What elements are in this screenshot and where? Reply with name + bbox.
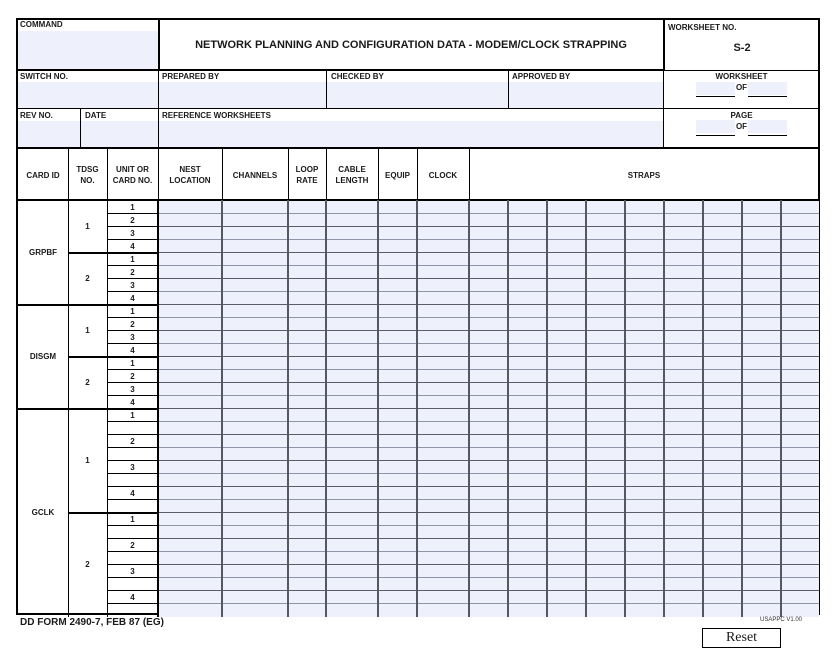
col-header-card-id: CARD ID bbox=[26, 170, 60, 180]
divider bbox=[222, 148, 223, 200]
divider bbox=[469, 148, 470, 200]
divider bbox=[107, 603, 159, 604]
grid-line bbox=[546, 200, 548, 617]
prepared-by-field[interactable] bbox=[159, 82, 326, 108]
worksheet-no-value[interactable]: S-2 bbox=[665, 42, 819, 54]
reference-worksheets-label: REFERENCE WORKSHEETS bbox=[162, 111, 271, 120]
divider bbox=[68, 200, 69, 617]
underline bbox=[696, 96, 735, 97]
divider bbox=[107, 447, 159, 448]
grid-line bbox=[585, 200, 587, 617]
col-header-channels: CHANNELS bbox=[232, 170, 278, 180]
approved-by-label: APPROVED BY bbox=[512, 72, 571, 81]
col-header-tdsg-no: TDSG NO. bbox=[68, 150, 107, 200]
grid-line bbox=[325, 200, 327, 617]
underline bbox=[696, 135, 735, 136]
col-header-unit-text: UNIT OR CARD NO. bbox=[112, 165, 153, 185]
grid-line bbox=[663, 200, 665, 617]
grid-line bbox=[624, 200, 626, 617]
col-header-unit-or-card-no: UNIT OR CARD NO. bbox=[107, 150, 158, 200]
reset-button[interactable]: Reset bbox=[702, 628, 781, 648]
divider bbox=[16, 69, 664, 71]
worksheet-no-label: WORKSHEET NO. bbox=[668, 23, 737, 32]
divider bbox=[664, 70, 820, 71]
tdsg-number: 2 bbox=[85, 560, 90, 569]
divider bbox=[107, 421, 159, 422]
page-total-field[interactable] bbox=[748, 120, 787, 133]
divider bbox=[16, 147, 820, 149]
form-title: NETWORK PLANNING AND CONFIGURATION DATA … bbox=[195, 39, 627, 51]
approved-by-field[interactable] bbox=[509, 82, 663, 108]
tdsg-number: 2 bbox=[85, 274, 90, 283]
col-header-nest-location: NEST LOCATION bbox=[158, 150, 222, 200]
col-header-nest-text: NEST LOCATION bbox=[169, 165, 211, 185]
divider bbox=[107, 200, 108, 617]
grid-line bbox=[702, 200, 704, 617]
divider bbox=[158, 148, 159, 200]
divider bbox=[288, 148, 289, 200]
page-label: PAGE bbox=[730, 111, 753, 120]
rev-no-field[interactable] bbox=[18, 121, 80, 147]
divider bbox=[107, 577, 159, 578]
form-id: DD FORM 2490-7, FEB 87 (EG) bbox=[20, 617, 164, 628]
prepared-by-label: PREPARED BY bbox=[162, 72, 220, 81]
page-of-label: OF bbox=[735, 122, 748, 131]
command-label: COMMAND bbox=[20, 20, 63, 29]
col-header-straps: STRAPS bbox=[627, 170, 661, 180]
divider bbox=[378, 148, 379, 200]
tdsg-number: 1 bbox=[85, 222, 90, 231]
grid-line bbox=[507, 200, 509, 617]
worksheet-of-label: OF bbox=[735, 83, 748, 92]
grid-line bbox=[221, 200, 223, 617]
switch-no-field[interactable] bbox=[18, 82, 158, 108]
checked-by-label: CHECKED BY bbox=[331, 72, 384, 81]
command-field[interactable] bbox=[18, 31, 158, 69]
checked-by-field[interactable] bbox=[327, 82, 508, 108]
table-row[interactable] bbox=[159, 604, 819, 617]
version-label: USAPPC V1.00 bbox=[760, 617, 803, 623]
card-id: GCLK bbox=[31, 508, 55, 517]
divider bbox=[417, 148, 418, 200]
divider bbox=[157, 200, 159, 617]
worksheet-label: WORKSHEET bbox=[715, 72, 768, 81]
col-header-cable-length: CABLE LENGTH bbox=[326, 150, 378, 200]
divider bbox=[107, 473, 159, 474]
grid-line bbox=[780, 200, 782, 617]
grid-line bbox=[377, 200, 379, 617]
reference-worksheets-field[interactable] bbox=[159, 121, 663, 147]
underline bbox=[748, 96, 787, 97]
col-header-cable-text: CABLE LENGTH bbox=[335, 165, 369, 185]
divider bbox=[107, 551, 159, 552]
divider bbox=[107, 525, 159, 526]
divider bbox=[68, 148, 69, 200]
col-header-loop-text: LOOP RATE bbox=[295, 165, 319, 185]
col-header-equip: EQUIP bbox=[385, 170, 410, 180]
divider bbox=[326, 148, 327, 200]
date-label: DATE bbox=[85, 111, 107, 120]
grid-line bbox=[741, 200, 743, 617]
card-id: GRPBF bbox=[29, 248, 57, 257]
divider bbox=[107, 499, 159, 500]
divider bbox=[107, 148, 108, 200]
col-header-tdsg-no-text: TDSG NO. bbox=[76, 165, 99, 185]
grid-line bbox=[416, 200, 418, 617]
tdsg-number: 1 bbox=[85, 456, 90, 465]
col-header-clock: CLOCK bbox=[428, 170, 458, 180]
card-id: DISGM bbox=[29, 352, 57, 361]
col-header-loop-rate: LOOP RATE bbox=[288, 150, 326, 200]
date-field[interactable] bbox=[81, 121, 158, 147]
divider bbox=[16, 108, 820, 109]
grid-line bbox=[468, 200, 470, 617]
underline bbox=[748, 135, 787, 136]
switch-no-label: SWITCH NO. bbox=[20, 72, 68, 81]
tdsg-number: 2 bbox=[85, 378, 90, 387]
worksheet-total-field[interactable] bbox=[748, 82, 787, 95]
rev-no-label: REV NO. bbox=[20, 111, 53, 120]
tdsg-number: 1 bbox=[85, 326, 90, 335]
grid-line bbox=[287, 200, 289, 617]
